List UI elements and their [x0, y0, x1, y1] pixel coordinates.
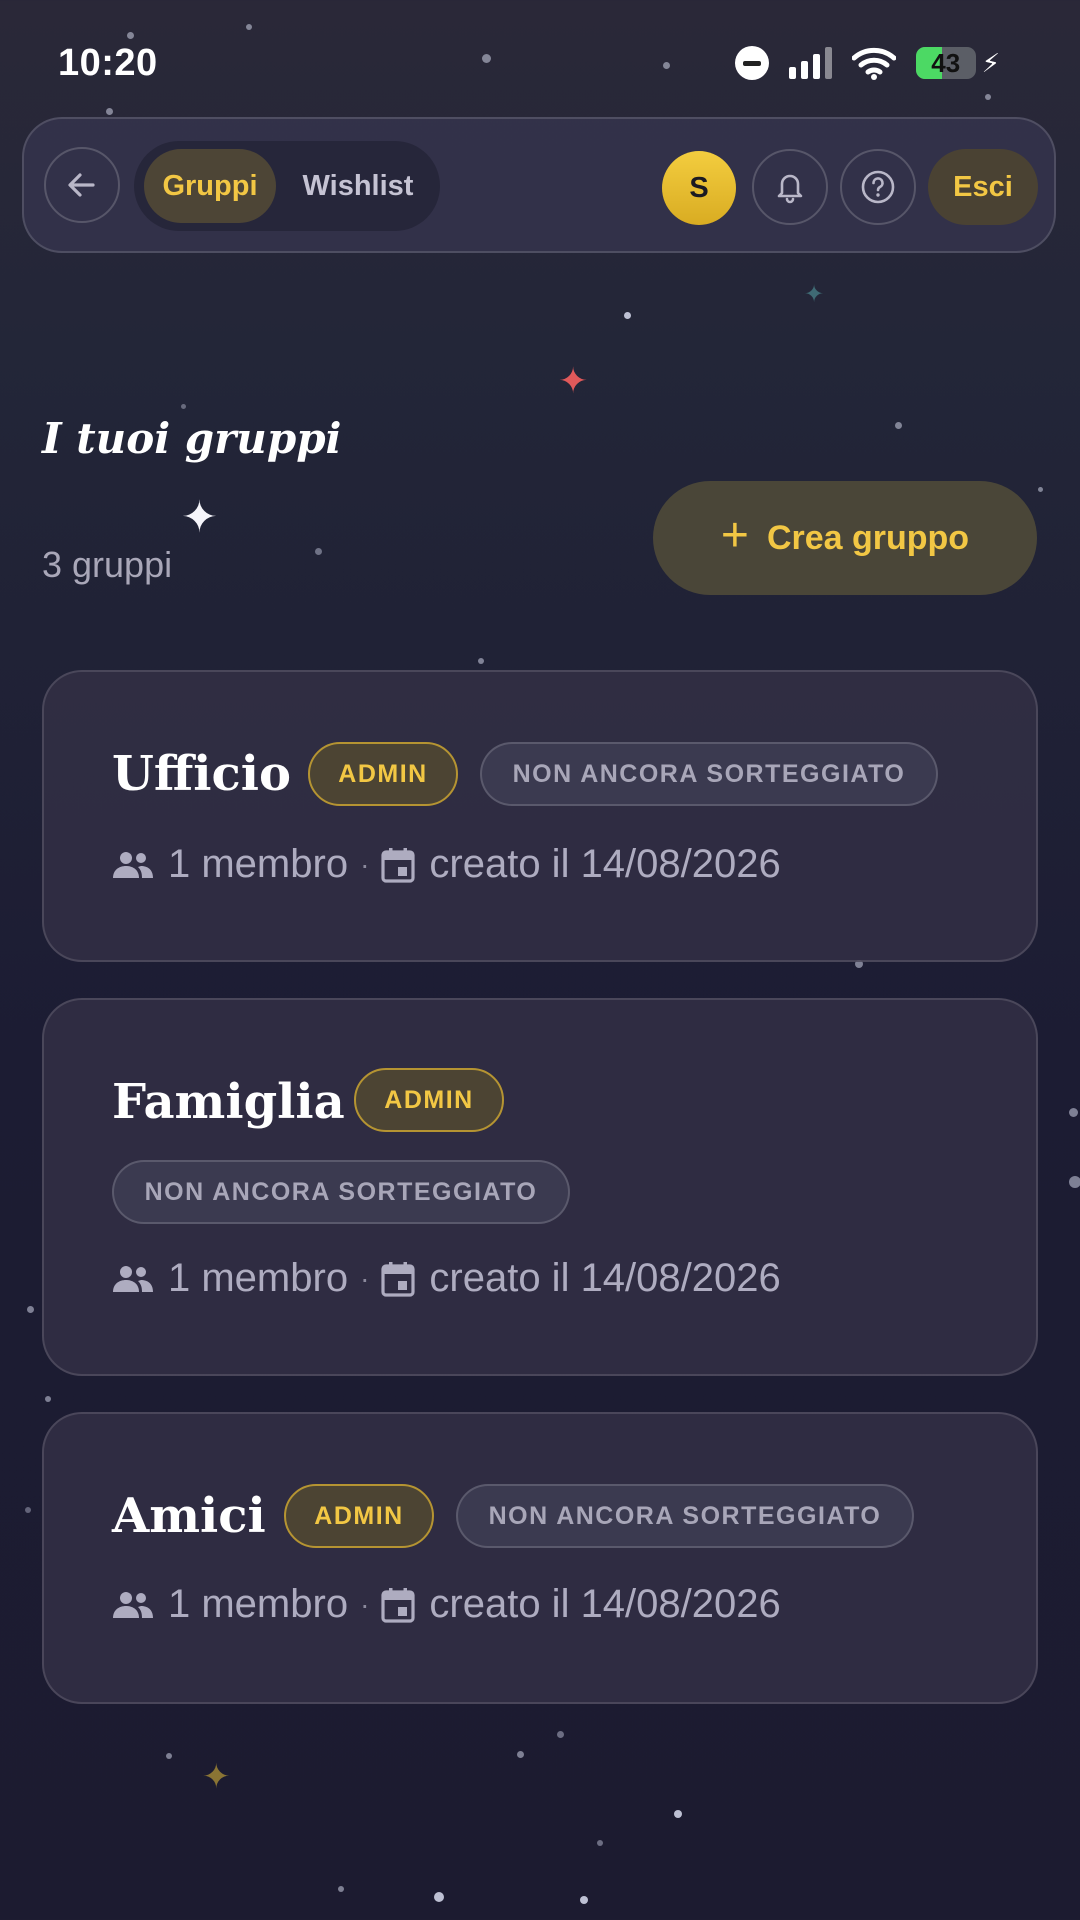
wifi-icon [851, 47, 896, 80]
help-button[interactable] [840, 149, 916, 225]
calendar-icon [381, 1587, 415, 1623]
star [674, 1810, 682, 1818]
avatar[interactable]: S [662, 151, 736, 225]
plus-icon: + [720, 509, 749, 562]
star [895, 422, 902, 429]
calendar-icon [381, 1261, 415, 1297]
sparkle-teal: ✦ [804, 280, 825, 308]
group-name: Famiglia [112, 1074, 345, 1130]
create-group-label: Crea gruppo [766, 518, 970, 557]
top-nav-bar: Gruppi Wishlist S Esci [22, 117, 1056, 253]
draw-status-badge: NON ANCORA SORTEGGIATO [456, 1484, 914, 1548]
star [315, 548, 322, 555]
people-icon [113, 1591, 153, 1618]
tab-gruppi[interactable]: Gruppi [144, 149, 276, 223]
sparkle-gold: ✦ [202, 1757, 231, 1797]
group-name: Amici [112, 1488, 266, 1544]
create-group-button[interactable]: + Crea gruppo [653, 481, 1037, 595]
status-bar: 10:20 43 ⚡ [0, 0, 1080, 120]
battery-icon: 43 [915, 47, 976, 79]
member-count: 1 membro [168, 1582, 349, 1626]
draw-status-badge: NON ANCORA SORTEGGIATO [480, 742, 938, 806]
star [181, 404, 186, 409]
group-card[interactable]: Ufficio ADMIN NON ANCORA SORTEGGIATO 1 m… [42, 670, 1038, 962]
bell-icon [777, 174, 803, 204]
star [1038, 487, 1043, 492]
back-button[interactable] [44, 147, 120, 223]
group-card[interactable]: Famiglia ADMIN NON ANCORA SORTEGGIATO 1 … [42, 998, 1038, 1376]
star [338, 1886, 344, 1892]
status-icons: 43 ⚡ [734, 46, 1000, 80]
cellular-signal-icon [788, 47, 832, 79]
star [557, 1731, 564, 1738]
draw-status-badge: NON ANCORA SORTEGGIATO [112, 1160, 570, 1224]
member-count: 1 membro [168, 842, 349, 886]
admin-badge: ADMIN [308, 742, 458, 806]
page-title: I tuoi gruppi [42, 414, 342, 463]
group-meta: 1 membro · creato il 14/08/2026 [112, 1582, 781, 1627]
group-meta: 1 membro · creato il 14/08/2026 [112, 1256, 781, 1301]
star [517, 1751, 524, 1758]
meta-separator: · [360, 1588, 370, 1620]
battery-level: 43 [931, 47, 961, 78]
star [27, 1306, 34, 1313]
star [45, 1396, 51, 1402]
question-icon [861, 170, 895, 204]
charging-bolt-icon: ⚡ [981, 47, 1000, 78]
star [166, 1753, 172, 1759]
group-card[interactable]: Amici ADMIN NON ANCORA SORTEGGIATO 1 mem… [42, 1412, 1038, 1704]
meta-separator: · [360, 848, 370, 880]
star [597, 1840, 603, 1846]
group-meta: 1 membro · creato il 14/08/2026 [112, 842, 781, 887]
meta-separator: · [360, 1262, 370, 1294]
group-count: 3 gruppi [42, 544, 173, 585]
do-not-disturb-icon [734, 46, 769, 80]
section-switcher: Gruppi Wishlist [134, 141, 440, 231]
star [478, 658, 484, 664]
created-date: creato il 14/08/2026 [429, 1582, 781, 1626]
notifications-button[interactable] [752, 149, 828, 225]
admin-badge: ADMIN [284, 1484, 434, 1548]
star [434, 1892, 444, 1902]
sparkle-white: ✦ [181, 492, 218, 543]
star [1069, 1108, 1078, 1117]
star [624, 312, 631, 319]
star [1069, 1176, 1080, 1188]
created-date: creato il 14/08/2026 [429, 1256, 781, 1300]
logout-button[interactable]: Esci [928, 149, 1038, 225]
sparkle-red: ✦ [558, 361, 589, 402]
calendar-icon [381, 847, 415, 883]
member-count: 1 membro [168, 1256, 349, 1300]
people-icon [113, 1265, 153, 1292]
status-time: 10:20 [58, 42, 158, 84]
people-icon [113, 851, 153, 878]
star [580, 1896, 588, 1904]
created-date: creato il 14/08/2026 [429, 842, 781, 886]
admin-badge: ADMIN [354, 1068, 504, 1132]
group-name: Ufficio [112, 746, 291, 802]
tab-wishlist[interactable]: Wishlist [284, 149, 432, 223]
arrow-left-icon [68, 173, 95, 197]
star [25, 1507, 31, 1513]
